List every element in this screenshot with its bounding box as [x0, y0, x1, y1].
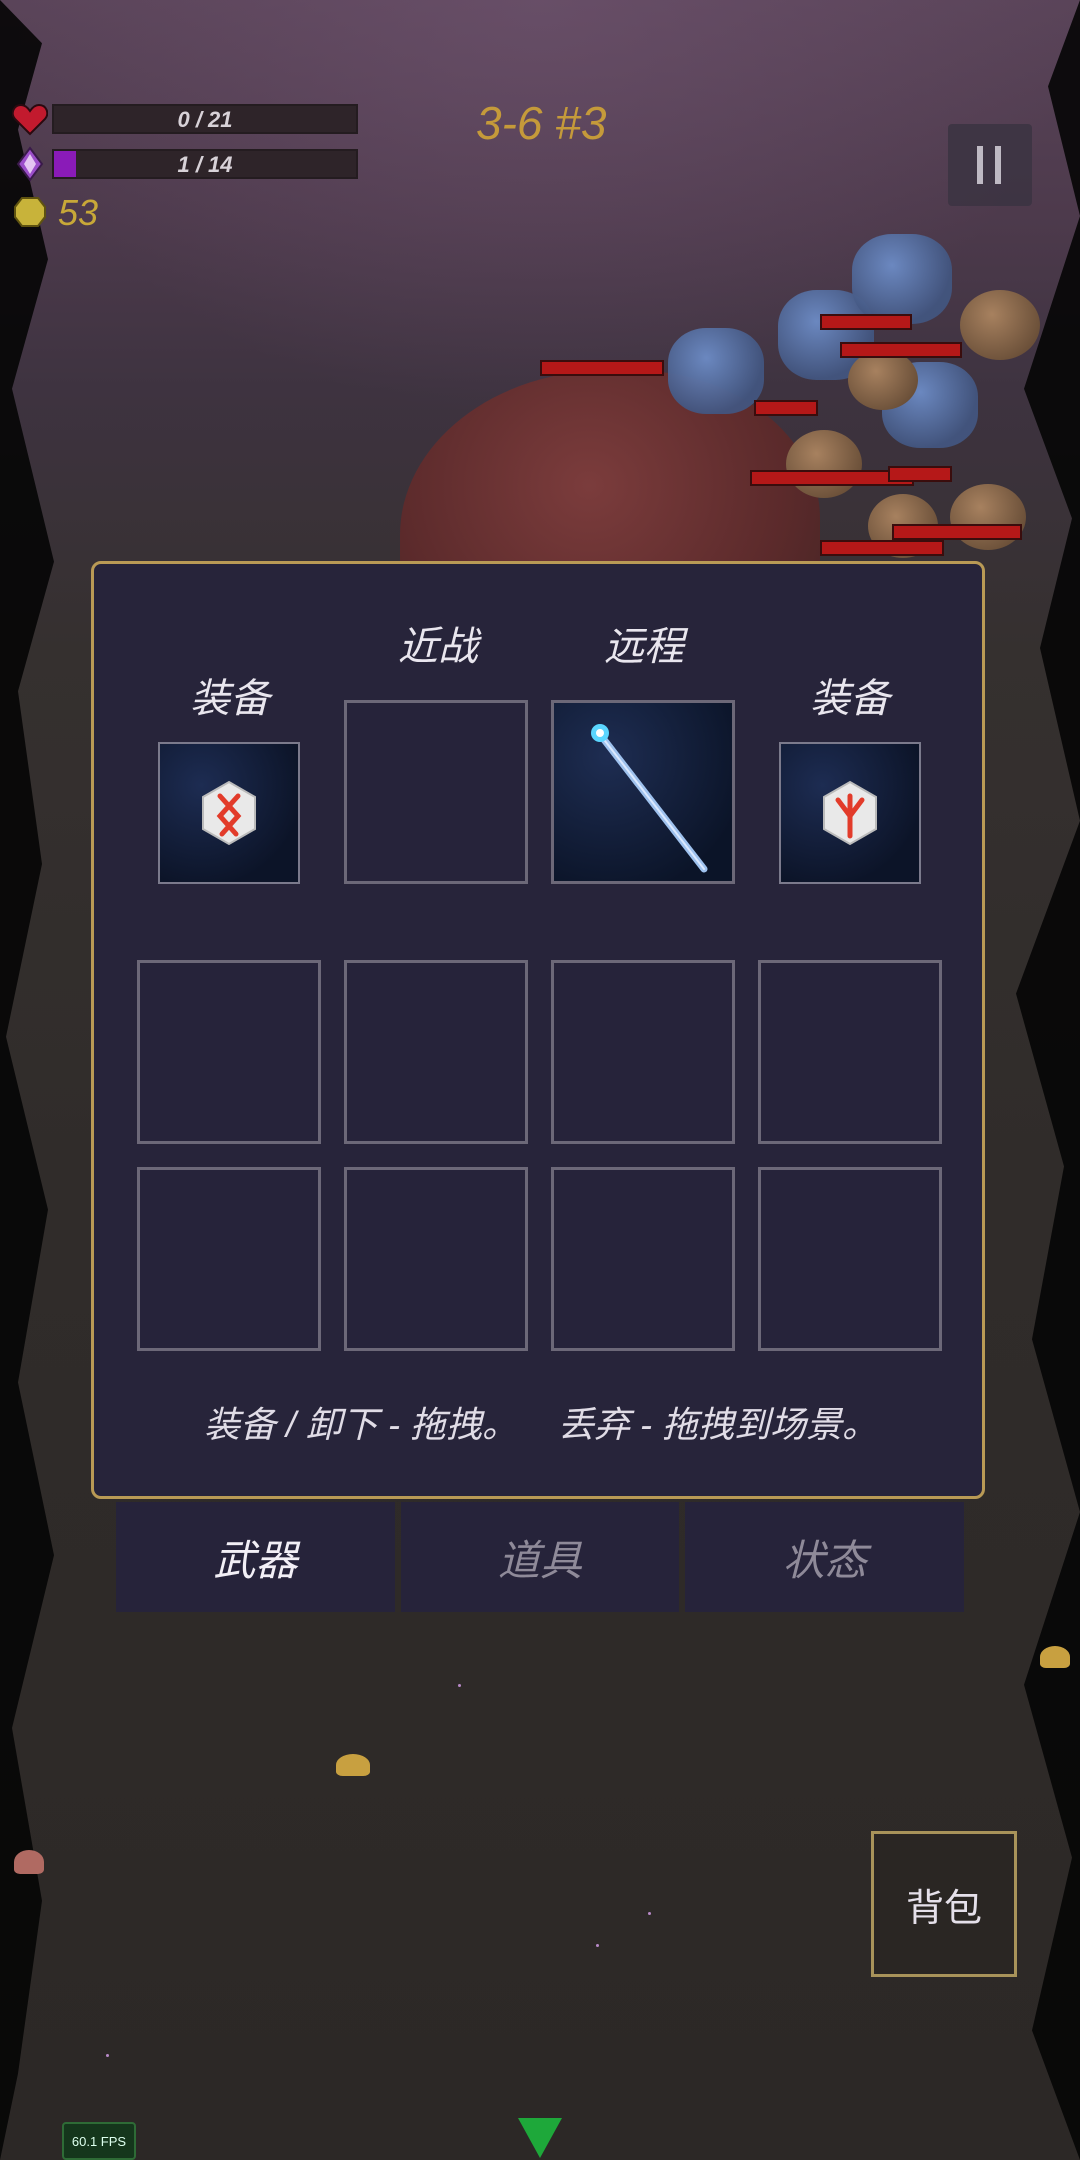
ice-staff-icon [591, 724, 708, 873]
inventory-tabs: 武器 道具 状态 [116, 1502, 965, 1612]
mana-bar: 1 / 14 [52, 149, 358, 179]
heart-icon [12, 102, 48, 138]
left-equip-slot[interactable] [158, 742, 300, 884]
enemy-mushroom [950, 484, 1026, 550]
gold-coin-icon [12, 194, 48, 230]
melee-label: 近战 [398, 625, 478, 669]
enemy-hp-bar [820, 540, 944, 556]
enemy-hp-bar [754, 400, 818, 416]
tab-items[interactable]: 道具 [400, 1502, 680, 1612]
pause-icon-bar [995, 146, 1001, 184]
drop-hint: 丢弃 - 拖拽到场景。 [558, 1404, 878, 1445]
inventory-slot[interactable] [137, 960, 321, 1144]
gold-row [12, 194, 48, 230]
health-text: 0 / 21 [177, 107, 233, 132]
spark-decor [596, 1944, 599, 1947]
inventory-slot[interactable] [758, 1167, 942, 1351]
mana-crystal-icon [12, 146, 48, 182]
enemy-blob [668, 328, 764, 414]
inventory-slot[interactable] [344, 1167, 528, 1351]
enemy-mushroom [960, 290, 1040, 360]
enemy-hp-bar [840, 342, 962, 358]
inventory-slot[interactable] [344, 960, 528, 1144]
inventory-slot[interactable] [758, 960, 942, 1144]
ranged-weapon-slot[interactable] [551, 700, 735, 884]
right-equip-slot[interactable] [779, 742, 921, 884]
pause-button[interactable] [948, 124, 1032, 206]
boss-hp-bar [540, 360, 664, 376]
mana-row [12, 146, 48, 182]
left-equip-label: 装备 [190, 677, 270, 721]
enemy-blob [852, 234, 952, 324]
spark-decor [458, 1684, 461, 1687]
health-bar: 0 / 21 [52, 104, 358, 134]
tab-weapons[interactable]: 武器 [116, 1502, 395, 1612]
gold-count: 53 [58, 192, 99, 233]
inventory-slot[interactable] [137, 1167, 321, 1351]
stage-title: 3-6 #3 [476, 97, 607, 149]
spark-decor [648, 1912, 651, 1915]
equip-hint: 装备 / 卸下 - 拖拽。 [204, 1404, 518, 1445]
pause-icon-bar [977, 146, 983, 184]
backpack-button[interactable]: 背包 [871, 1831, 1017, 1977]
mana-text: 1 / 14 [177, 152, 233, 177]
algiz-rune-icon [823, 780, 877, 846]
othala-rune-icon [202, 780, 256, 846]
health-row [12, 102, 48, 138]
enemy-mushroom [786, 430, 862, 498]
collapse-arrow-icon[interactable] [518, 2118, 562, 2158]
spark-decor [106, 2054, 109, 2057]
enemy-mushroom [848, 350, 918, 410]
enemy-hp-bar [892, 524, 1022, 540]
tab-status[interactable]: 状态 [685, 1502, 965, 1612]
enemy-hp-bar [820, 314, 912, 330]
ranged-label: 远程 [604, 625, 684, 669]
mushroom-decor [336, 1754, 370, 1776]
inventory-slot[interactable] [551, 1167, 735, 1351]
inventory-slot[interactable] [551, 960, 735, 1144]
mushroom-decor [1040, 1646, 1070, 1668]
fps-counter: 60.1 FPS [62, 2122, 136, 2160]
right-equip-label: 装备 [810, 677, 890, 721]
mushroom-decor [14, 1850, 44, 1874]
melee-weapon-slot[interactable] [344, 700, 528, 884]
enemy-hp-bar [888, 466, 952, 482]
